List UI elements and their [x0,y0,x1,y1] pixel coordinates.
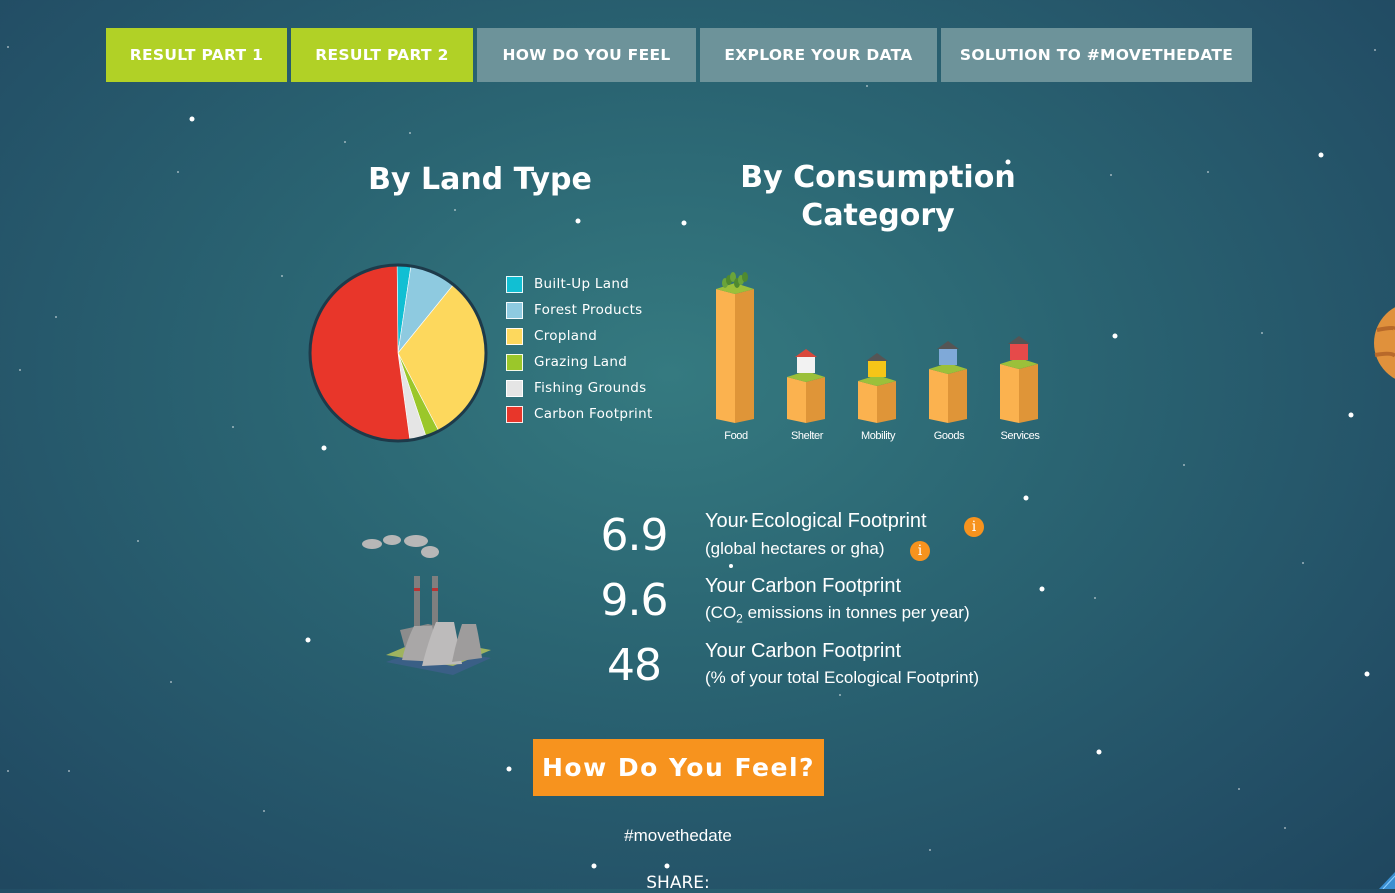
shop-icon [1008,336,1030,360]
legend-label: Carbon Footprint [534,406,653,422]
power-plant-icon [362,535,491,675]
bar-label-goods: Goods [933,430,965,442]
legend-item-carbon-footprint: Carbon Footprint [506,404,653,424]
tab-solution-movethedate[interactable]: SOLUTION TO #MOVETHEDATE [941,28,1252,82]
legend-label: Built-Up Land [534,276,630,292]
legend-label: Grazing Land [534,354,628,370]
satellite-icon [1379,872,1395,889]
bar-services [1000,336,1038,423]
carbon-percent-value: 48 [607,640,662,691]
tab-explore-your-data[interactable]: EXPLORE YOUR DATA [700,28,937,82]
carbon-percent-unit: (% of your total Ecological Footprint) [705,668,980,687]
carbon-percent-title: Your Carbon Footprint [705,640,902,662]
bar-label-mobility: Mobility [860,430,896,442]
bar-mobility [858,353,896,423]
legend-item-grazing-land: Grazing Land [506,352,627,372]
tab-how-do-you-feel[interactable]: HOW DO YOU FEEL [477,28,696,82]
legend-swatch [506,405,523,423]
shopping-bag-icon [937,341,959,365]
legend-item-fishing-grounds: Fishing Grounds [506,378,646,398]
ecological-footprint-unit: (global hectares or gha) [705,539,885,558]
legend-swatch [506,301,523,319]
legend-swatch [506,327,523,345]
planet-icon [1374,307,1395,379]
pie-slice-carbon-footprint [309,264,411,442]
legend-item-built-up-land: Built-Up Land [506,274,629,294]
carbon-footprint-value: 9.6 [600,575,669,626]
co2-subscript: 2 [736,611,743,626]
tab-result-part-2[interactable]: RESULT PART 2 [291,28,473,82]
legend-swatch [506,275,523,293]
house-icon [795,349,817,373]
hashtag-link[interactable]: #movethedate [578,826,778,846]
co2-prefix: (CO [705,603,737,622]
ecological-footprint-info-icon[interactable]: i [964,517,984,537]
land-type-title: By Land Type [368,162,592,197]
share-label: SHARE: [646,873,710,893]
bar-label-shelter: Shelter [790,430,824,442]
bar-goods [929,341,967,423]
gha-info-icon[interactable]: i [910,541,930,561]
bar-shelter [787,349,825,423]
tab-result-part-1[interactable]: RESULT PART 1 [106,28,287,82]
bar-label-services: Services [1000,430,1040,442]
land-type-pie-chart [308,263,488,443]
consumption-title: By Consumption Category [740,160,1016,233]
legend-item-cropland: Cropland [506,326,597,346]
legend-swatch [506,379,523,397]
consumption-bar-chart [716,272,1038,423]
carbon-footprint-unit: (CO2 emissions in tonnes per year) [705,603,970,625]
legend-item-forest-products: Forest Products [506,300,643,320]
bar-label-food: Food [724,430,748,442]
carbon-footprint-title: Your Carbon Footprint [705,575,902,597]
car-icon [866,353,888,377]
bar-food [716,272,754,423]
ecological-footprint-title: Your Ecological Footprint [705,510,927,532]
legend-label: Cropland [534,328,598,344]
plant-icon [722,272,748,288]
legend-label: Forest Products [534,302,643,318]
legend-label: Fishing Grounds [534,380,647,396]
legend-swatch [506,353,523,371]
co2-suffix: emissions in tonnes per year) [742,603,970,622]
ecological-footprint-value: 6.9 [600,510,669,561]
how-do-you-feel-button[interactable]: How Do You Feel? [533,739,824,796]
